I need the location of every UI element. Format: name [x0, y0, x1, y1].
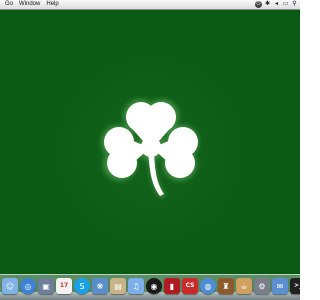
settings-glyph: ⚙: [258, 281, 266, 291]
volume-icon[interactable]: ◂: [273, 1, 280, 8]
network-icon[interactable]: ❋: [92, 278, 108, 294]
mail-icon[interactable]: ✉: [272, 278, 288, 294]
itunes-icon[interactable]: ♫: [128, 278, 144, 294]
dvd-icon[interactable]: ◉: [146, 278, 162, 294]
menu-window[interactable]: Window: [16, 0, 43, 9]
menu-help[interactable]: Help: [43, 0, 61, 9]
dock: ☺◎▣17S❋▤♫◉▮CS◍♜☕⚙✉>_▰: [0, 274, 300, 300]
skype-glyph: S: [79, 281, 85, 291]
safari-icon[interactable]: ◎: [20, 278, 36, 294]
shamrock-icon: [96, 92, 206, 204]
terminal-icon[interactable]: >_: [290, 278, 300, 294]
remote-glyph: ♜: [222, 281, 230, 291]
safari-glyph: ◎: [24, 281, 32, 291]
bluetooth-icon[interactable]: ✱: [264, 1, 271, 8]
menu-status-area: ⏻ ✱ ◂ ▭ ⚲: [255, 0, 298, 9]
ical-glyph: 17: [59, 282, 69, 289]
menu-bar: Go Window Help ⏻ ✱ ◂ ▭ ⚲: [0, 0, 300, 10]
book-glyph: ▮: [169, 281, 175, 291]
search-icon[interactable]: ⚲: [291, 1, 298, 8]
skype-icon[interactable]: S: [74, 278, 90, 294]
finder-glyph: ☺: [5, 281, 15, 291]
creative-suite-glyph: CS: [185, 282, 195, 289]
creative-suite-icon[interactable]: CS: [182, 278, 198, 294]
finder-icon[interactable]: ☺: [2, 278, 18, 294]
itunes-glyph: ♫: [132, 281, 140, 291]
chat-icon[interactable]: ◍: [200, 278, 216, 294]
dock-icons: ☺◎▣17S❋▤♫◉▮CS◍♜☕⚙✉>_▰: [2, 278, 300, 294]
notes-glyph: ▤: [114, 281, 122, 291]
network-glyph: ❋: [96, 281, 104, 291]
photo-glyph: ▣: [42, 281, 50, 291]
coffee-icon[interactable]: ☕: [236, 278, 252, 294]
coffee-glyph: ☕: [240, 281, 248, 291]
desktop-screen: Go Window Help ⏻ ✱ ◂ ▭ ⚲ ☺ ◎ ▣ 17 S ❋ ▤ …: [0, 0, 300, 300]
remote-icon[interactable]: ♜: [218, 278, 234, 294]
menu-go[interactable]: Go: [0, 0, 16, 9]
book-icon[interactable]: ▮: [164, 278, 180, 294]
dvd-glyph: ◉: [150, 281, 158, 291]
photo-icon[interactable]: ▣: [38, 278, 54, 294]
battery-icon[interactable]: ▭: [282, 1, 289, 8]
settings-icon[interactable]: ⚙: [254, 278, 270, 294]
mail-glyph: ✉: [276, 281, 284, 291]
notes-icon[interactable]: ▤: [110, 278, 126, 294]
terminal-glyph: >_: [293, 282, 300, 289]
power-icon[interactable]: ⏻: [255, 1, 262, 8]
chat-glyph: ◍: [204, 281, 212, 291]
ical-icon[interactable]: 17: [56, 278, 72, 294]
